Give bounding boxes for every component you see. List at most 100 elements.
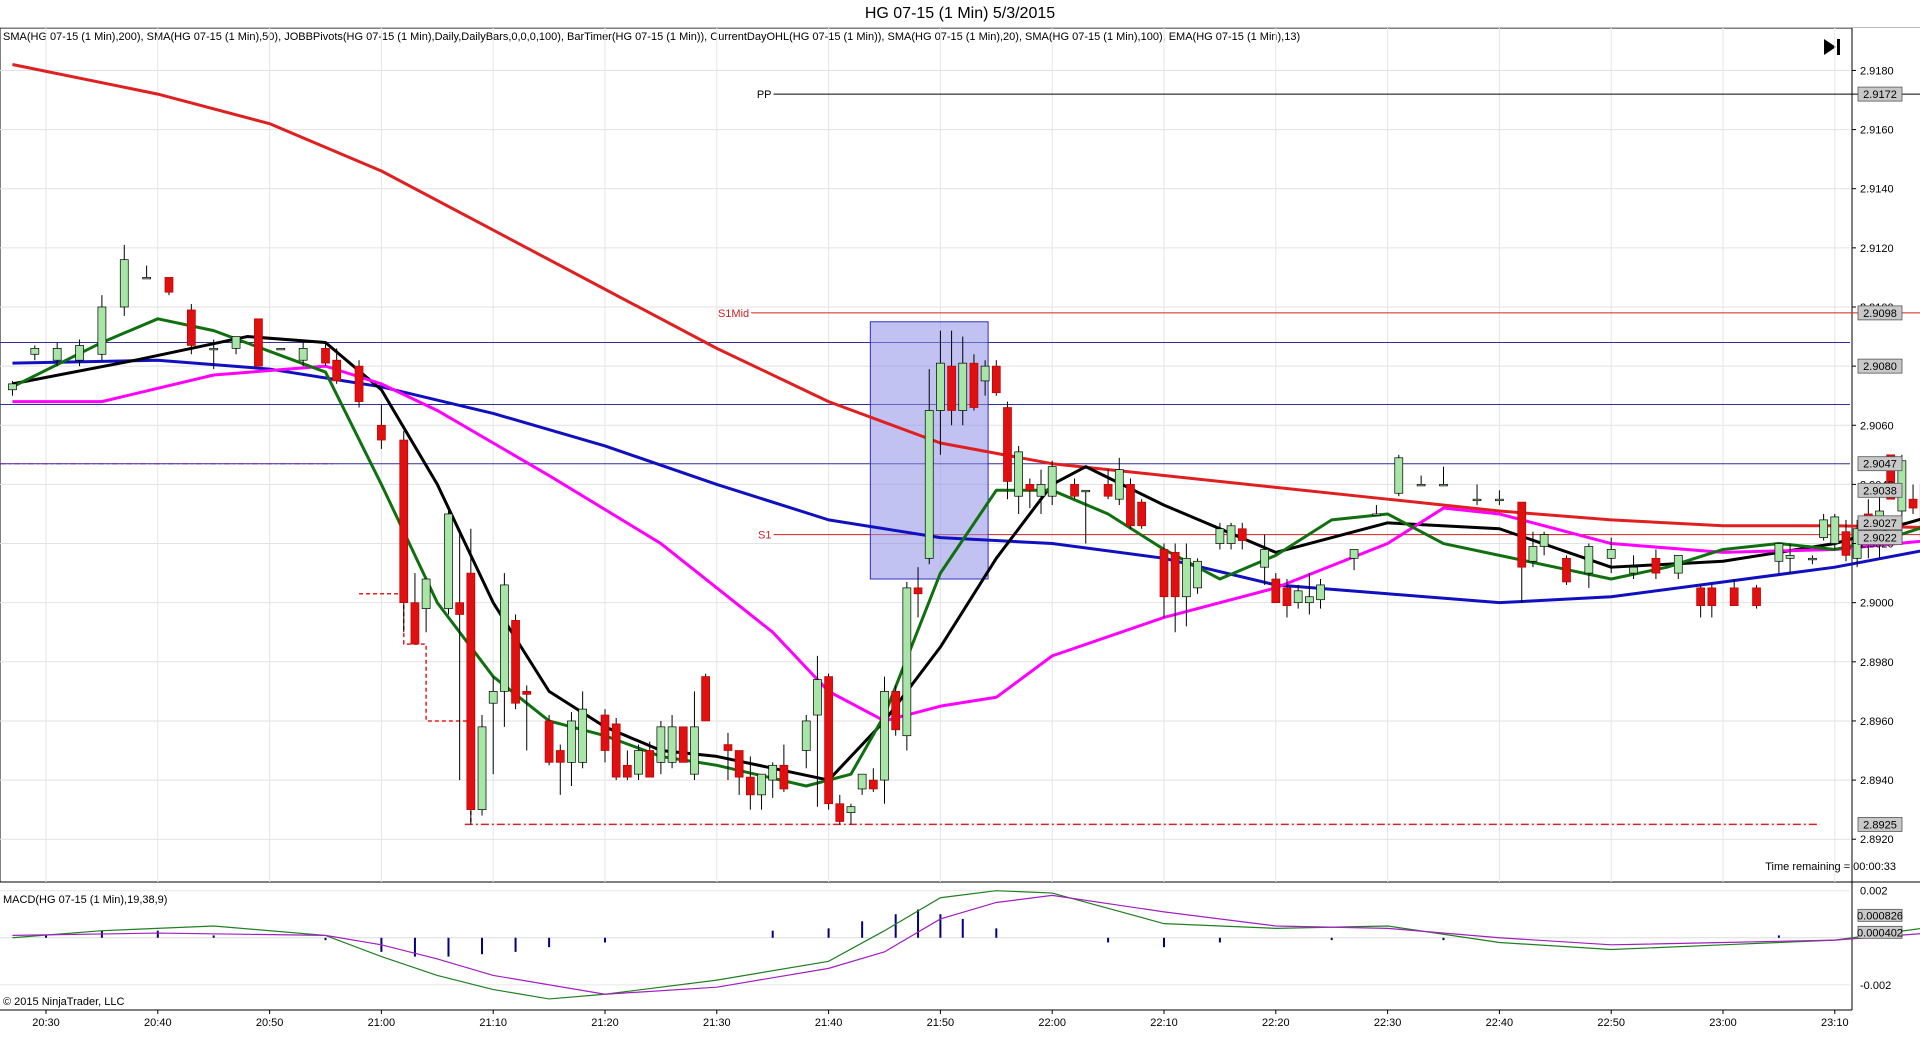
candle-body	[511, 620, 520, 704]
candle-body	[231, 336, 241, 349]
price-tick-label: 2.9180	[1860, 65, 1894, 77]
candle-body	[1651, 557, 1661, 574]
macd-tick-label: -0.002	[1860, 980, 1891, 992]
candle-body	[1170, 552, 1180, 598]
time-tick-label: 22:10	[1150, 1017, 1178, 1029]
candle-body	[600, 714, 610, 751]
candle-body	[656, 726, 666, 763]
candle-body	[410, 602, 420, 645]
candle-body	[1830, 516, 1840, 544]
time-tick-label: 20:50	[256, 1017, 284, 1029]
candle-body	[1539, 534, 1549, 547]
price-badge-label: 2.9172	[1863, 89, 1897, 101]
candle-body	[1349, 549, 1359, 559]
candle-body	[1629, 566, 1638, 574]
candle-body	[701, 676, 710, 722]
time-tick-label: 20:30	[32, 1017, 60, 1029]
candle-body	[958, 362, 968, 411]
candle-body	[1774, 543, 1784, 562]
candle-body	[634, 750, 643, 775]
candle-body	[846, 806, 856, 813]
bar-timer-label: Time remaining = 00:00:33	[1765, 861, 1896, 873]
candle-body	[332, 359, 342, 382]
candle-body	[690, 726, 699, 775]
candle-body	[1785, 555, 1795, 559]
candle-body	[30, 348, 40, 355]
candle-body	[813, 679, 822, 716]
candle-body	[455, 602, 465, 615]
candle-body	[868, 779, 878, 790]
time-tick-label: 22:00	[1038, 1017, 1066, 1029]
time-tick-label: 21:30	[703, 1017, 731, 1029]
price-badge-label: 2.9022	[1863, 533, 1897, 545]
macd-gridlines	[0, 890, 1850, 986]
time-tick-label: 21:20	[591, 1017, 619, 1029]
candle-body	[824, 676, 833, 805]
candle-body	[1707, 587, 1717, 606]
candle-body	[544, 720, 554, 763]
candle-body	[164, 277, 174, 293]
candle-body	[1416, 484, 1426, 487]
price-tick-label: 2.9160	[1860, 125, 1894, 137]
candle-body	[1293, 590, 1303, 604]
candle-body	[1215, 528, 1225, 544]
candle-body	[623, 764, 632, 778]
candle-body	[902, 587, 912, 737]
candle-body	[1528, 546, 1538, 562]
candle-body	[1103, 484, 1113, 497]
candle-body	[567, 720, 576, 763]
candle-body	[947, 365, 956, 411]
candle-body	[1316, 584, 1325, 601]
candle-body	[1271, 578, 1281, 604]
price-tick-label: 2.9140	[1860, 184, 1894, 196]
candle-body	[555, 750, 565, 763]
price-badge-label: 2.9027	[1863, 518, 1897, 530]
candle-body	[1070, 484, 1079, 497]
candle-body	[1159, 549, 1169, 598]
candle-body	[1304, 596, 1314, 604]
candle-body	[723, 744, 733, 751]
candle-body	[1036, 484, 1046, 497]
time-tick-label: 23:00	[1709, 1017, 1737, 1029]
pivot-level-label: S1	[758, 530, 771, 542]
candle-body	[1394, 457, 1404, 494]
candle-body	[936, 362, 945, 411]
candle-body	[500, 584, 509, 692]
candle-body	[913, 587, 923, 595]
copyright-label: © 2015 NinjaTrader, LLC	[3, 996, 125, 1008]
pivot-level-label: S1Mid	[718, 308, 749, 320]
time-tick-label: 21:40	[815, 1017, 843, 1029]
candle-body	[477, 726, 487, 810]
candle-body	[97, 306, 107, 355]
candle-body	[1696, 587, 1705, 606]
candle-body	[75, 345, 84, 361]
candle-body	[757, 773, 766, 796]
candle-body	[1237, 528, 1247, 541]
time-tick-label: 20:40	[144, 1017, 172, 1029]
candle-body	[186, 309, 196, 346]
candle-body	[1841, 531, 1851, 556]
candle-body	[399, 439, 409, 604]
candle-body	[645, 750, 655, 778]
candle-body	[667, 726, 677, 763]
time-tick-label: 21:10	[479, 1017, 507, 1029]
candle-body	[1606, 549, 1616, 559]
price-badge-label: 2.8925	[1863, 819, 1897, 831]
candle-body	[354, 365, 364, 402]
price-tick-label: 2.8920	[1860, 834, 1894, 846]
macd-line	[12, 894, 1920, 995]
window-title: HG 07-15 (1 Min) 5/3/2015	[0, 0, 1920, 28]
price-tick-label: 2.8940	[1860, 775, 1894, 787]
candle-body	[1047, 466, 1057, 497]
time-tick-label: 22:20	[1262, 1017, 1290, 1029]
candle-body	[857, 773, 867, 790]
time-tick-label: 23:10	[1821, 1017, 1849, 1029]
candle-body	[924, 410, 934, 559]
candle-body	[444, 513, 453, 609]
candle-body	[522, 691, 532, 695]
candle-body	[276, 348, 286, 351]
candle-body	[1673, 555, 1683, 574]
time-tick-label: 22:40	[1486, 1017, 1514, 1029]
candle-body	[1003, 407, 1012, 482]
pivot-level-label: PP	[757, 89, 772, 101]
